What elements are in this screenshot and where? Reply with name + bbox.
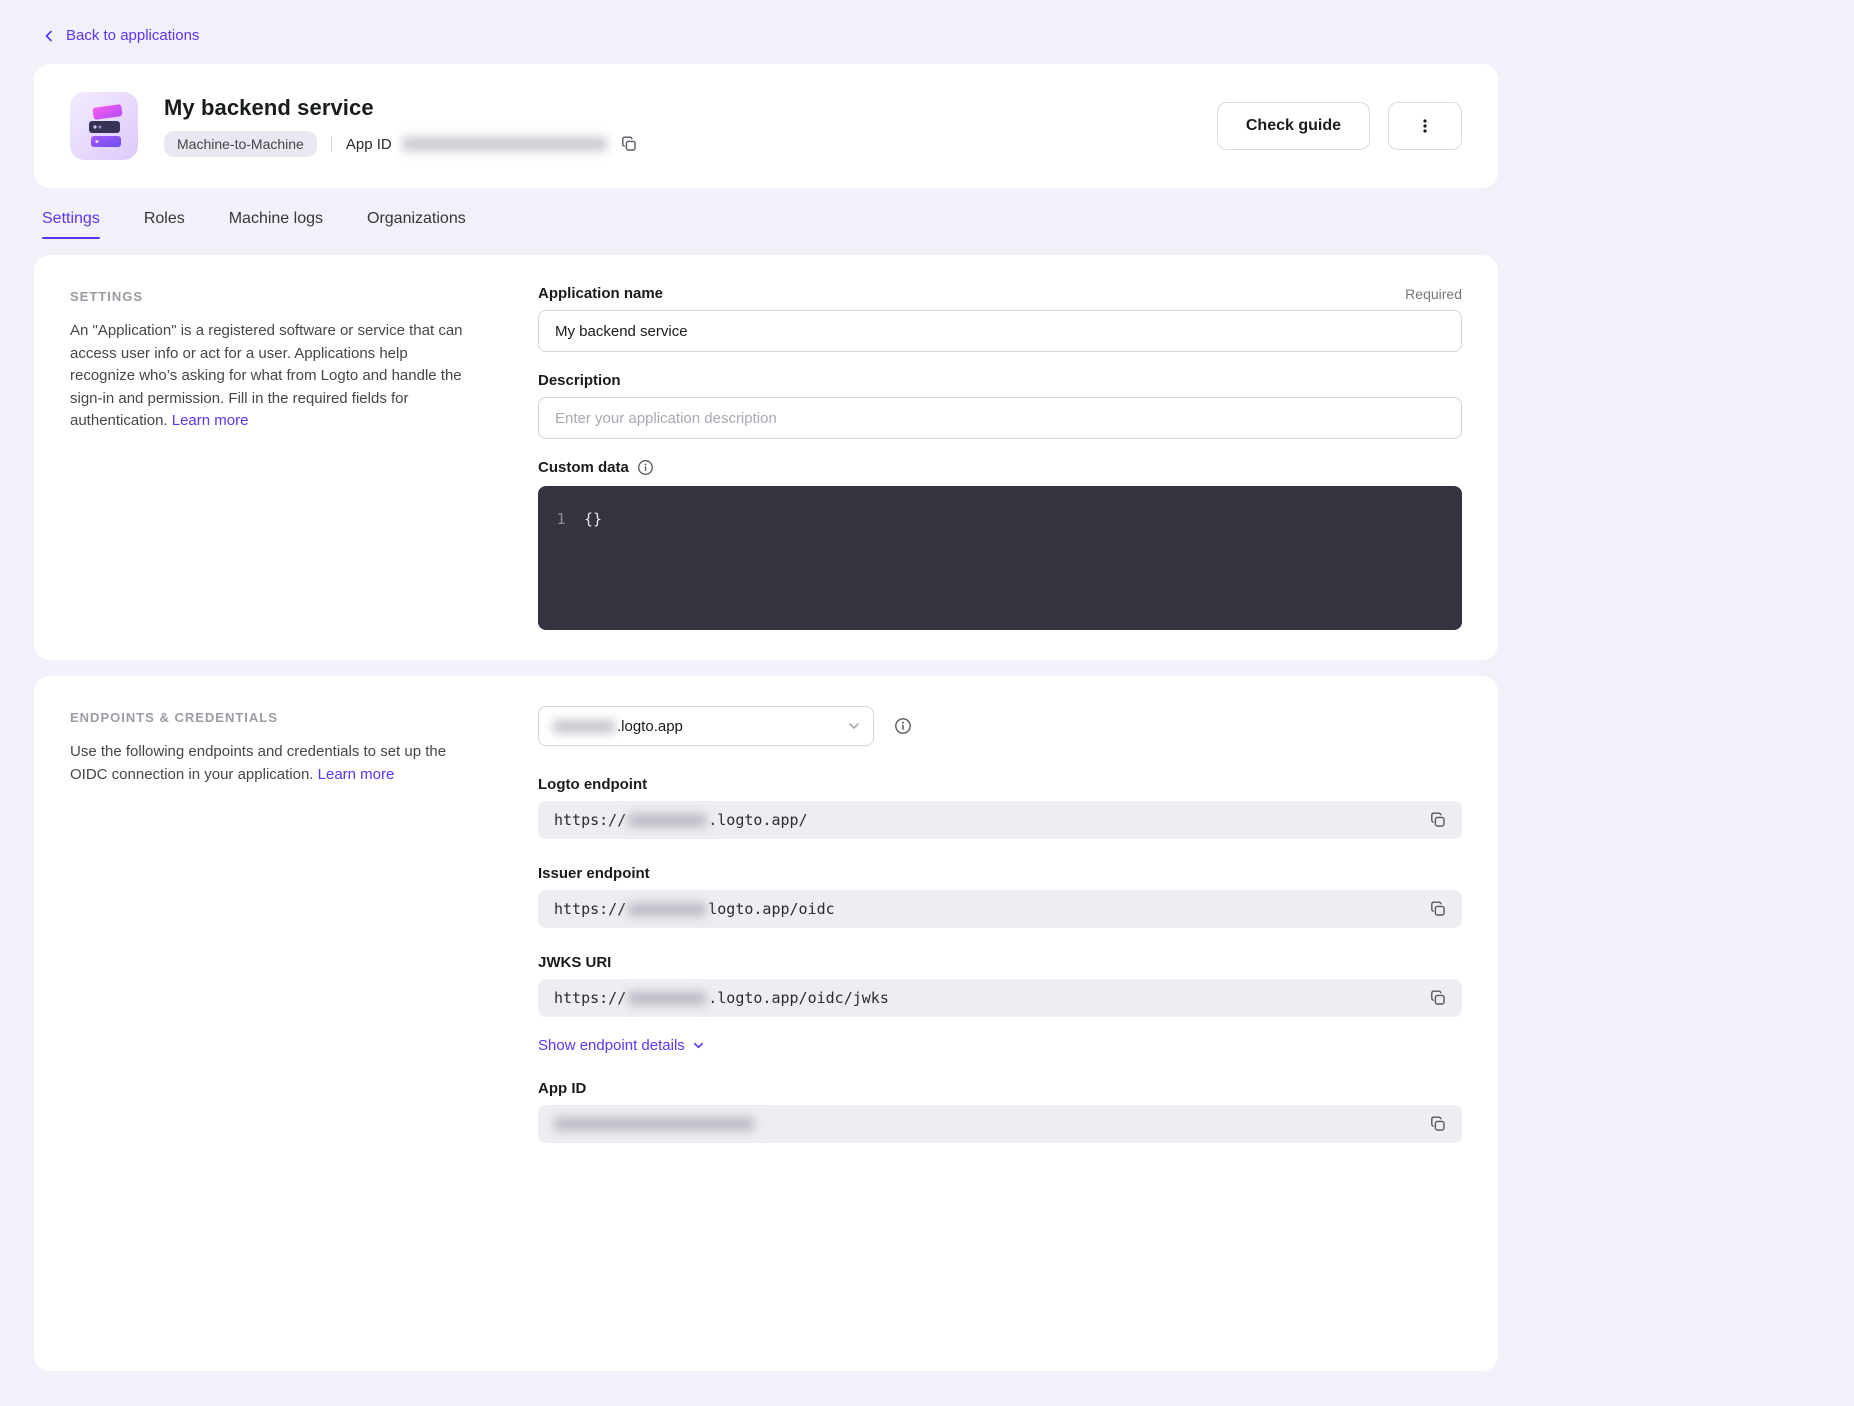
copy-icon: [1430, 812, 1446, 828]
app-id-value-redacted: [402, 137, 607, 151]
app-header-card: My backend service Machine-to-Machine Ap…: [34, 64, 1498, 188]
jwks-uri-group: JWKS URI https:// .logto.app/oidc/jwks: [538, 954, 1462, 1017]
app-id-value-redacted: [554, 1117, 754, 1131]
endpoint-suffix: logto.app/oidc: [708, 900, 834, 918]
issuer-endpoint-group: Issuer endpoint https:// logto.app/oidc: [538, 865, 1462, 928]
app-header-info: My backend service Machine-to-Machine Ap…: [164, 95, 639, 157]
chevron-down-icon: [692, 1039, 705, 1052]
tab-bar: Settings Roles Machine logs Organization…: [34, 210, 1498, 239]
tab-machine-logs[interactable]: Machine logs: [229, 210, 323, 239]
domain-select-value: .logto.app: [617, 718, 683, 735]
application-detail-page: Back to applications: [34, 0, 1498, 1371]
endpoint-suffix: .logto.app/: [708, 811, 807, 829]
endpoints-form: .logto.app Logto endpoint: [538, 706, 1462, 1341]
endpoints-section-heading: ENDPOINTS & CREDENTIALS: [70, 710, 466, 725]
copy-icon: [621, 136, 637, 152]
tab-organizations[interactable]: Organizations: [367, 210, 466, 239]
settings-section-card: SETTINGS An "Application" is a registere…: [34, 255, 1498, 660]
copy-jwks-uri-button[interactable]: [1426, 986, 1450, 1010]
tab-roles-label: Roles: [144, 210, 185, 227]
tenant-id-redacted: [628, 992, 706, 1005]
app-logo-icon: [70, 92, 138, 160]
chevron-down-icon: [847, 719, 861, 733]
tab-settings-label: Settings: [42, 210, 100, 227]
logto-endpoint-label: Logto endpoint: [538, 776, 647, 793]
domain-select[interactable]: .logto.app: [538, 706, 874, 746]
logto-endpoint-field: https:// .logto.app/: [538, 801, 1462, 839]
settings-section-heading: SETTINGS: [70, 289, 466, 304]
meta-divider: [331, 136, 332, 152]
back-link-label: Back to applications: [66, 27, 199, 44]
tab-roles[interactable]: Roles: [144, 210, 185, 239]
tenant-id-redacted: [628, 814, 706, 827]
description-input[interactable]: [538, 397, 1462, 439]
custom-data-info-icon[interactable]: [637, 459, 654, 476]
copy-app-id-field-button[interactable]: [1426, 1112, 1450, 1136]
endpoints-section-description: Use the following endpoints and credenti…: [70, 741, 466, 786]
editor-line-number: 1: [538, 510, 584, 630]
issuer-endpoint-label: Issuer endpoint: [538, 865, 650, 882]
editor-code-content: {}: [584, 510, 602, 630]
endpoint-prefix: https://: [554, 989, 626, 1007]
copy-logto-endpoint-button[interactable]: [1426, 808, 1450, 832]
settings-form: Application name Required Description Cu…: [538, 285, 1462, 630]
custom-data-editor[interactable]: 1 {}: [538, 486, 1462, 630]
endpoints-learn-more-link[interactable]: Learn more: [318, 766, 395, 783]
app-id-field-group: App ID: [538, 1080, 1462, 1143]
tab-settings[interactable]: Settings: [42, 210, 100, 239]
header-actions: Check guide: [1217, 102, 1462, 150]
endpoint-prefix: https://: [554, 900, 626, 918]
jwks-uri-field: https:// .logto.app/oidc/jwks: [538, 979, 1462, 1017]
more-vertical-icon: [1417, 118, 1433, 134]
show-endpoint-details-link[interactable]: Show endpoint details: [538, 1037, 705, 1054]
endpoint-suffix: .logto.app/oidc/jwks: [708, 989, 889, 1007]
endpoints-section-card: ENDPOINTS & CREDENTIALS Use the followin…: [34, 676, 1498, 1371]
back-to-applications-link[interactable]: Back to applications: [42, 27, 199, 44]
tab-machine-logs-label: Machine logs: [229, 210, 323, 227]
more-actions-button[interactable]: [1388, 102, 1462, 150]
app-type-badge: Machine-to-Machine: [164, 131, 317, 157]
copy-icon: [1430, 1116, 1446, 1132]
copy-issuer-endpoint-button[interactable]: [1426, 897, 1450, 921]
app-title: My backend service: [164, 95, 639, 121]
tab-organizations-label: Organizations: [367, 210, 466, 227]
copy-icon: [1430, 901, 1446, 917]
copy-icon: [1430, 990, 1446, 1006]
settings-description-text: An "Application" is a registered softwar…: [70, 322, 463, 429]
domain-info-icon[interactable]: [894, 717, 912, 735]
logto-endpoint-group: Logto endpoint https:// .logto.app/: [538, 776, 1462, 839]
custom-data-field-group: Custom data 1 {}: [538, 459, 1462, 630]
application-name-label: Application name: [538, 285, 663, 302]
show-endpoint-details-label: Show endpoint details: [538, 1037, 685, 1054]
domain-row: .logto.app: [538, 706, 1462, 746]
endpoint-prefix: https://: [554, 811, 626, 829]
tenant-id-redacted: [628, 903, 706, 916]
application-name-field-group: Application name Required: [538, 285, 1462, 352]
issuer-endpoint-field: https:// logto.app/oidc: [538, 890, 1462, 928]
domain-prefix-redacted: [553, 720, 615, 733]
settings-section-description: An "Application" is a registered softwar…: [70, 320, 466, 433]
jwks-uri-label: JWKS URI: [538, 954, 611, 971]
required-indicator: Required: [1405, 286, 1462, 302]
chevron-left-icon: [42, 29, 56, 43]
application-name-input[interactable]: [538, 310, 1462, 352]
app-id-field-label: App ID: [538, 1080, 586, 1097]
copy-app-id-button[interactable]: [619, 134, 639, 154]
description-label: Description: [538, 372, 621, 389]
app-id-label: App ID: [346, 136, 392, 153]
check-guide-button[interactable]: Check guide: [1217, 102, 1370, 150]
settings-section-intro: SETTINGS An "Application" is a registere…: [70, 285, 466, 630]
custom-data-label: Custom data: [538, 459, 629, 476]
endpoints-section-intro: ENDPOINTS & CREDENTIALS Use the followin…: [70, 706, 466, 1341]
description-field-group: Description: [538, 372, 1462, 439]
settings-learn-more-link[interactable]: Learn more: [172, 412, 249, 429]
app-id-field: [538, 1105, 1462, 1143]
